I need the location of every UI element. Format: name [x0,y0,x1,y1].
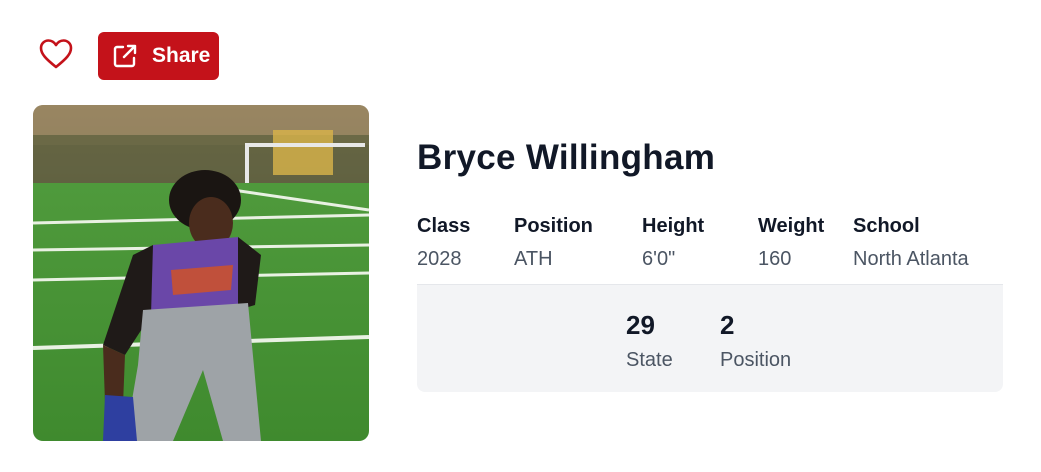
stat-value: ATH [514,248,553,270]
external-link-icon [112,43,138,69]
player-photo [33,105,369,441]
ranking-position: 2 Position [720,310,791,373]
stat-label: Height [642,215,705,237]
ranking-number: 29 [626,310,655,340]
action-bar: Share [36,32,219,80]
share-button[interactable]: Share [98,32,219,80]
ranking-label: State [626,349,673,371]
share-label: Share [152,44,211,67]
ranking-number: 2 [720,310,735,340]
stat-value: 2028 [417,248,462,270]
stat-value: North Atlanta [853,248,969,270]
stat-label: Weight [758,215,825,237]
stat-school: School North Atlanta [853,213,969,272]
stat-height: Height 6'0" [642,213,704,272]
stat-label: Position [514,215,593,237]
player-name: Bryce Willingham [417,138,716,177]
stat-value: 6'0" [642,248,676,270]
favorite-button[interactable] [36,32,76,80]
stat-weight: Weight 160 [758,213,824,272]
stat-label: School [853,215,920,237]
stat-position: Position ATH [514,213,593,272]
ranking-state: 29 State [626,310,673,373]
stat-label: Class [417,215,471,237]
stat-class: Class 2028 [417,213,470,272]
stat-value: 160 [758,248,792,270]
heart-icon [39,38,73,74]
rankings-panel: 29 State 2 Position [417,284,1003,392]
ranking-label: Position [720,349,792,371]
